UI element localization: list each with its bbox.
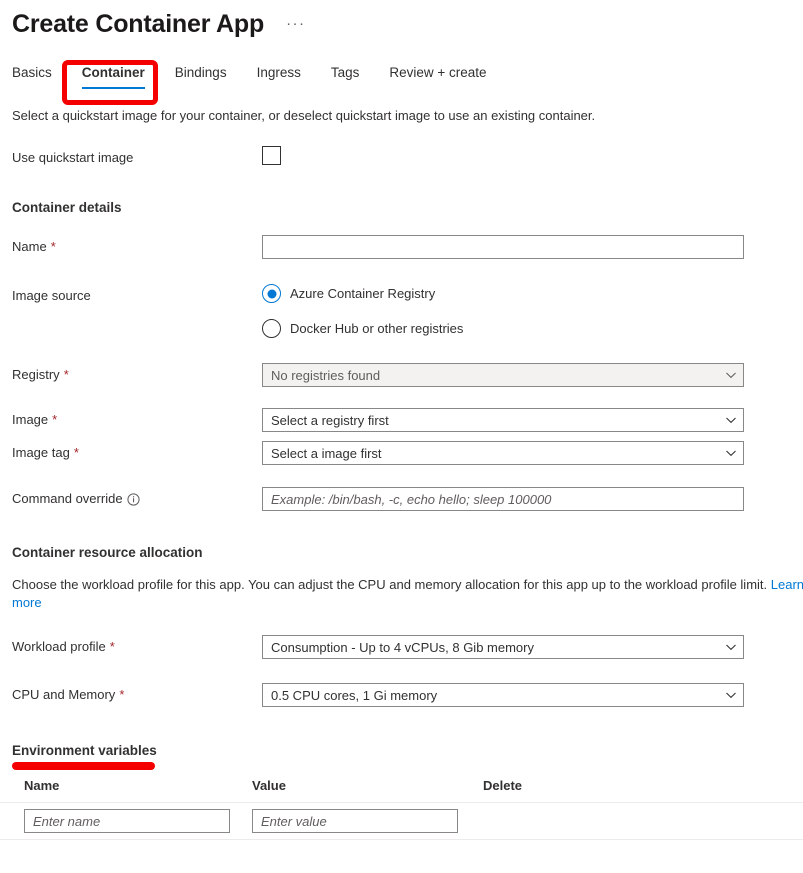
row-image-source: Image source Azure Container Registry Do… bbox=[12, 284, 803, 338]
label-name-text: Name bbox=[12, 238, 47, 256]
section-title-container-details: Container details bbox=[12, 199, 803, 217]
image-tag-dropdown-value: Select a image first bbox=[271, 446, 725, 461]
label-workload-profile: Workload profile* bbox=[12, 635, 262, 656]
section-title-environment-variables: Environment variables bbox=[12, 743, 157, 758]
table-row bbox=[0, 802, 803, 840]
registry-dropdown[interactable]: No registries found bbox=[262, 363, 744, 387]
row-name: Name* bbox=[12, 235, 803, 259]
label-command-override: Command override bbox=[12, 487, 262, 508]
label-image-source: Image source bbox=[12, 284, 262, 305]
row-registry: Registry* No registries found bbox=[12, 363, 803, 387]
label-cpu-memory: CPU and Memory* bbox=[12, 683, 262, 704]
label-image: Image* bbox=[12, 408, 262, 429]
field-registry: No registries found bbox=[262, 363, 803, 387]
tab-bar: Basics Container Bindings Ingress Tags R… bbox=[0, 59, 803, 89]
info-icon[interactable] bbox=[127, 493, 140, 506]
label-image-tag-text: Image tag bbox=[12, 444, 70, 462]
cell-value bbox=[252, 809, 483, 833]
label-image-text: Image bbox=[12, 411, 48, 429]
tab-container[interactable]: Container bbox=[82, 64, 145, 89]
field-name bbox=[262, 235, 803, 259]
field-cpu-memory: 0.5 CPU cores, 1 Gi memory bbox=[262, 683, 803, 707]
page-title: Create Container App bbox=[12, 8, 264, 40]
required-indicator: * bbox=[64, 366, 69, 384]
radio-button-selected-icon[interactable] bbox=[262, 284, 281, 303]
field-workload-profile: Consumption - Up to 4 vCPUs, 8 Gib memor… bbox=[262, 635, 803, 659]
radio-label-docker-hub: Docker Hub or other registries bbox=[290, 321, 463, 336]
image-dropdown[interactable]: Select a registry first bbox=[262, 408, 744, 432]
env-value-input[interactable] bbox=[252, 809, 458, 833]
field-image-tag: Select a image first bbox=[262, 441, 803, 465]
tab-tags[interactable]: Tags bbox=[331, 64, 360, 89]
section-title-resource-allocation: Container resource allocation bbox=[12, 544, 803, 562]
required-indicator: * bbox=[110, 638, 115, 656]
row-cpu-memory: CPU and Memory* 0.5 CPU cores, 1 Gi memo… bbox=[12, 683, 803, 707]
label-workload-profile-text: Workload profile bbox=[12, 638, 106, 656]
column-header-name: Name bbox=[24, 778, 252, 793]
row-image: Image* Select a registry first bbox=[12, 408, 803, 432]
row-image-tag: Image tag* Select a image first bbox=[12, 441, 803, 465]
registry-dropdown-value: No registries found bbox=[271, 368, 725, 383]
environment-variables-section: Environment variables Name Value Delete bbox=[12, 742, 803, 840]
env-name-input[interactable] bbox=[24, 809, 230, 833]
workload-profile-dropdown-value: Consumption - Up to 4 vCPUs, 8 Gib memor… bbox=[271, 640, 725, 655]
row-workload-profile: Workload profile* Consumption - Up to 4 … bbox=[12, 635, 803, 659]
radio-label-azure-container-registry: Azure Container Registry bbox=[290, 286, 435, 301]
table-header-row: Name Value Delete bbox=[24, 778, 803, 802]
field-image: Select a registry first bbox=[262, 408, 803, 432]
radio-azure-container-registry[interactable]: Azure Container Registry bbox=[262, 284, 803, 303]
image-source-radio-group: Azure Container Registry Docker Hub or o… bbox=[262, 284, 803, 338]
workload-profile-dropdown[interactable]: Consumption - Up to 4 vCPUs, 8 Gib memor… bbox=[262, 635, 744, 659]
image-tag-dropdown[interactable]: Select a image first bbox=[262, 441, 744, 465]
tab-ingress[interactable]: Ingress bbox=[257, 64, 301, 89]
quickstart-description: Select a quickstart image for your conta… bbox=[12, 107, 803, 125]
label-use-quickstart-image: Use quickstart image bbox=[12, 146, 262, 167]
page-header: Create Container App ··· bbox=[0, 0, 803, 40]
required-indicator: * bbox=[74, 444, 79, 462]
resource-allocation-helper-text: Choose the workload profile for this app… bbox=[12, 576, 803, 612]
image-dropdown-value: Select a registry first bbox=[271, 413, 725, 428]
label-cpu-memory-text: CPU and Memory bbox=[12, 686, 115, 704]
chevron-down-icon bbox=[725, 414, 737, 426]
row-command-override: Command override bbox=[12, 487, 803, 511]
row-use-quickstart-image: Use quickstart image bbox=[12, 146, 803, 168]
chevron-down-icon bbox=[725, 641, 737, 653]
column-header-value: Value bbox=[252, 778, 483, 793]
command-override-input[interactable] bbox=[262, 487, 744, 511]
helper-text: Choose the workload profile for this app… bbox=[12, 577, 771, 592]
field-command-override bbox=[262, 487, 803, 511]
label-registry: Registry* bbox=[12, 363, 262, 384]
cpu-memory-dropdown-value: 0.5 CPU cores, 1 Gi memory bbox=[271, 688, 725, 703]
name-input[interactable] bbox=[262, 235, 744, 259]
label-command-override-text: Command override bbox=[12, 490, 123, 508]
label-image-tag: Image tag* bbox=[12, 441, 262, 462]
field-use-quickstart-image bbox=[262, 146, 803, 168]
chevron-down-icon bbox=[725, 689, 737, 701]
label-name: Name* bbox=[12, 235, 262, 256]
cell-name bbox=[24, 809, 252, 833]
radio-docker-hub[interactable]: Docker Hub or other registries bbox=[262, 319, 803, 338]
form-content: Select a quickstart image for your conta… bbox=[0, 107, 803, 840]
section-title-wrap-environment-variables: Environment variables bbox=[12, 742, 157, 760]
column-header-delete: Delete bbox=[483, 778, 603, 793]
more-options-icon[interactable]: ··· bbox=[286, 16, 306, 32]
annotation-underline-environment-variables bbox=[12, 762, 155, 770]
tab-review-create[interactable]: Review + create bbox=[389, 64, 486, 89]
radio-button-unselected-icon[interactable] bbox=[262, 319, 281, 338]
required-indicator: * bbox=[52, 411, 57, 429]
chevron-down-icon bbox=[725, 447, 737, 459]
tab-basics[interactable]: Basics bbox=[12, 64, 52, 89]
environment-variables-table: Name Value Delete bbox=[0, 778, 803, 840]
required-indicator: * bbox=[51, 238, 56, 256]
tab-bindings[interactable]: Bindings bbox=[175, 64, 227, 89]
cpu-memory-dropdown[interactable]: 0.5 CPU cores, 1 Gi memory bbox=[262, 683, 744, 707]
label-registry-text: Registry bbox=[12, 366, 60, 384]
use-quickstart-image-checkbox[interactable] bbox=[262, 146, 281, 165]
chevron-down-icon bbox=[725, 369, 737, 381]
required-indicator: * bbox=[119, 686, 124, 704]
field-image-source: Azure Container Registry Docker Hub or o… bbox=[262, 284, 803, 338]
